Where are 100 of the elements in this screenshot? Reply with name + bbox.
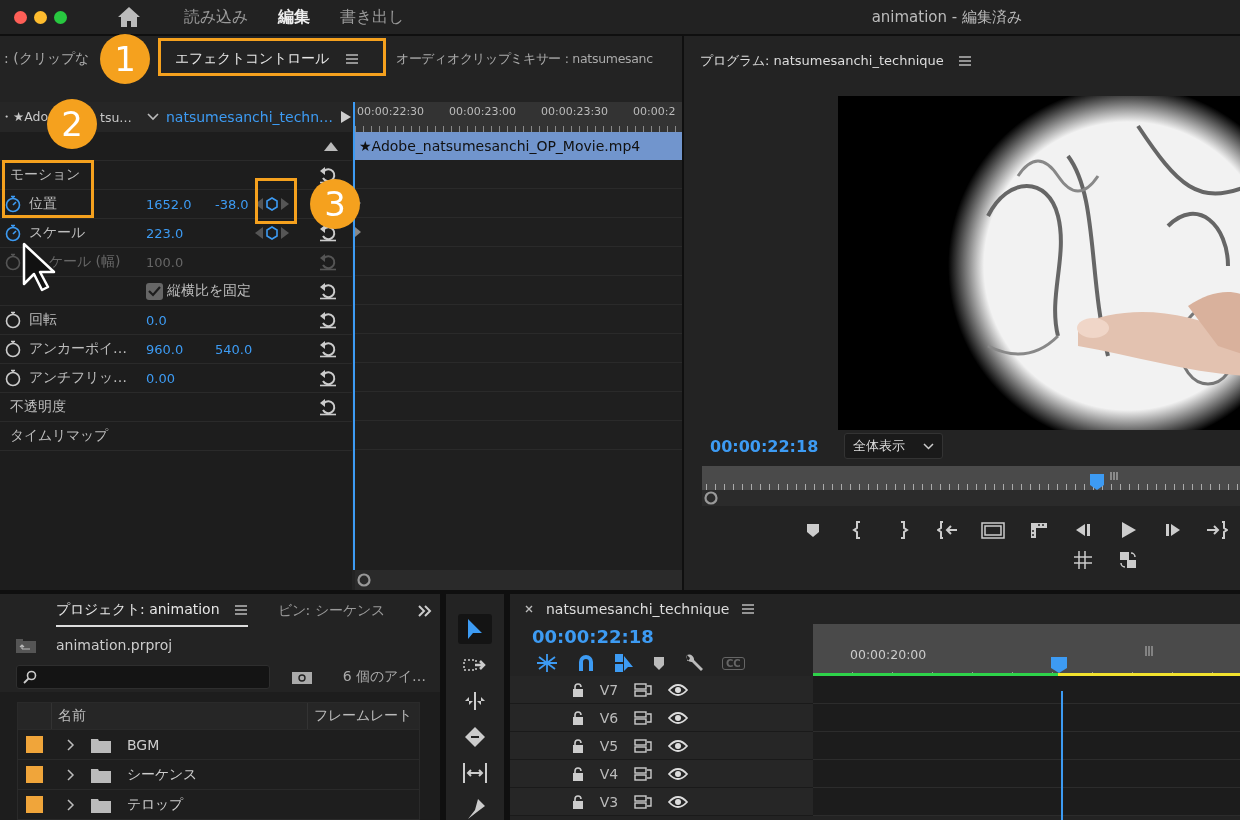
find-icon[interactable] (292, 669, 312, 685)
eye-icon[interactable] (668, 794, 688, 809)
home-icon[interactable] (117, 6, 141, 28)
effect-name[interactable]: 不透明度 (4, 398, 311, 416)
time-ruler[interactable] (702, 466, 1240, 490)
menu-icon[interactable] (957, 55, 972, 67)
zoom-handle[interactable] (357, 573, 371, 587)
time-label: 00:00:20:00 (850, 647, 927, 662)
playhead-icon[interactable] (1051, 657, 1067, 673)
keyframe-icon[interactable] (266, 226, 278, 240)
reset-icon[interactable] (317, 369, 338, 387)
razor-tool-icon[interactable] (464, 726, 486, 748)
track-select-tool-icon[interactable] (463, 656, 487, 674)
sync-lock-icon[interactable] (634, 794, 652, 809)
bin-name[interactable]: シーケンス (127, 765, 197, 784)
workspace-tab[interactable]: 編集 (278, 6, 310, 28)
stopwatch-icon[interactable] (4, 195, 22, 213)
marker-icon[interactable] (652, 654, 666, 672)
property-value[interactable]: 0.00 (146, 370, 215, 386)
stopwatch-icon[interactable] (4, 369, 22, 387)
sync-lock-icon[interactable] (634, 738, 652, 753)
wrench-icon[interactable] (684, 653, 704, 673)
panel-tab[interactable]: : (クリップな (0, 50, 100, 68)
sync-lock-icon[interactable] (634, 682, 652, 697)
panel-tab[interactable]: ビン: シーケンス (277, 596, 385, 626)
bin-name[interactable]: テロップ (127, 795, 183, 814)
sync-lock-icon[interactable] (634, 766, 652, 781)
ripple-edit-tool-icon[interactable] (463, 691, 487, 711)
close-icon[interactable] (524, 604, 534, 614)
go-to-in-icon[interactable] (936, 520, 959, 540)
collapse-icon[interactable] (324, 141, 338, 151)
sync-lock-icon[interactable] (634, 710, 652, 725)
time-ruler[interactable]: 00:00:20:00 (813, 624, 1240, 676)
reset-icon[interactable] (317, 398, 338, 416)
zoom-dropdown[interactable]: 全体表示 (844, 433, 944, 459)
reset-icon[interactable] (317, 282, 338, 300)
snap-icon[interactable] (576, 653, 596, 673)
more-panels-icon[interactable] (418, 605, 432, 617)
workspace-tab[interactable]: 書き出し (340, 6, 404, 28)
safe-margins-icon[interactable] (980, 520, 1005, 540)
checkbox[interactable] (146, 282, 163, 300)
lock-icon[interactable] (572, 682, 584, 697)
previous-keyframe-icon[interactable] (255, 198, 263, 210)
panel-tab[interactable]: エフェクトコントロール (158, 40, 386, 78)
property-value[interactable]: 960.0 (146, 341, 215, 357)
workspace-tab[interactable]: 読み込み (184, 6, 248, 28)
property-value[interactable]: -38.0 (215, 196, 255, 212)
chevron-down-icon[interactable] (147, 113, 159, 121)
menu-icon[interactable] (345, 53, 359, 65)
label-swatch[interactable] (26, 796, 43, 813)
grid-icon[interactable] (1072, 550, 1093, 570)
selection-tool-icon[interactable] (466, 618, 484, 640)
effect-name[interactable]: モーション (4, 166, 311, 184)
eye-icon[interactable] (668, 766, 688, 781)
label-swatch[interactable] (26, 766, 43, 783)
chevron-right-icon[interactable] (67, 798, 75, 811)
property-value[interactable]: 1652.0 (146, 196, 215, 212)
slip-tool-icon[interactable] (462, 762, 488, 784)
reset-icon[interactable] (317, 311, 338, 329)
window-button[interactable] (14, 10, 27, 24)
eye-icon[interactable] (668, 710, 688, 725)
stopwatch-icon[interactable] (4, 340, 22, 358)
sequence-tab[interactable]: natsumesanchi_technique (546, 601, 730, 617)
go-to-out-icon[interactable] (1207, 520, 1228, 540)
property-value[interactable]: 540.0 (215, 341, 255, 357)
lock-icon[interactable] (572, 710, 584, 725)
stopwatch-icon[interactable] (4, 224, 22, 242)
timecode[interactable]: 00:00:22:18 (532, 626, 813, 647)
zoom-handle[interactable] (704, 491, 718, 505)
nest-icon[interactable] (536, 653, 558, 673)
compare-icon[interactable] (1117, 550, 1138, 570)
label-swatch[interactable] (26, 736, 43, 753)
reset-icon[interactable] (317, 340, 338, 358)
clip-bar[interactable]: ★Adobe_natsumesanchi_OP_Movie.mp4 (355, 132, 682, 160)
menu-icon[interactable] (741, 603, 756, 615)
playhead-icon[interactable] (1090, 474, 1104, 490)
chevron-right-icon[interactable] (67, 738, 75, 751)
panel-tab[interactable]: オーディオクリップミキサー : natsumesanc (396, 50, 653, 68)
window-button[interactable] (34, 10, 47, 24)
window-button[interactable] (54, 10, 67, 24)
linked-selection-icon[interactable] (614, 653, 634, 673)
menu-icon[interactable] (233, 604, 248, 616)
bin-name[interactable]: BGM (127, 736, 160, 753)
sequence-name[interactable]: natsumesanchi_techn… (166, 109, 334, 125)
keyframe-icon[interactable] (266, 197, 278, 211)
property-value[interactable]: 223.0 (146, 225, 215, 241)
search-field[interactable] (16, 665, 270, 689)
track-name: V5 (598, 737, 620, 754)
stopwatch-icon[interactable] (4, 311, 22, 329)
lock-icon[interactable] (572, 794, 584, 809)
effect-name[interactable]: タイムリマップ (4, 427, 311, 445)
lock-icon[interactable] (572, 766, 584, 781)
parent-bin-icon[interactable] (16, 637, 36, 653)
time-label: 00:00:2 (632, 105, 677, 118)
property-value[interactable]: 0.0 (146, 312, 215, 328)
chevron-right-icon[interactable] (67, 768, 75, 781)
timecode[interactable]: 00:00:22:18 (710, 436, 819, 456)
eye-icon[interactable] (668, 738, 688, 753)
lock-icon[interactable] (572, 738, 584, 753)
eye-icon[interactable] (668, 682, 688, 697)
